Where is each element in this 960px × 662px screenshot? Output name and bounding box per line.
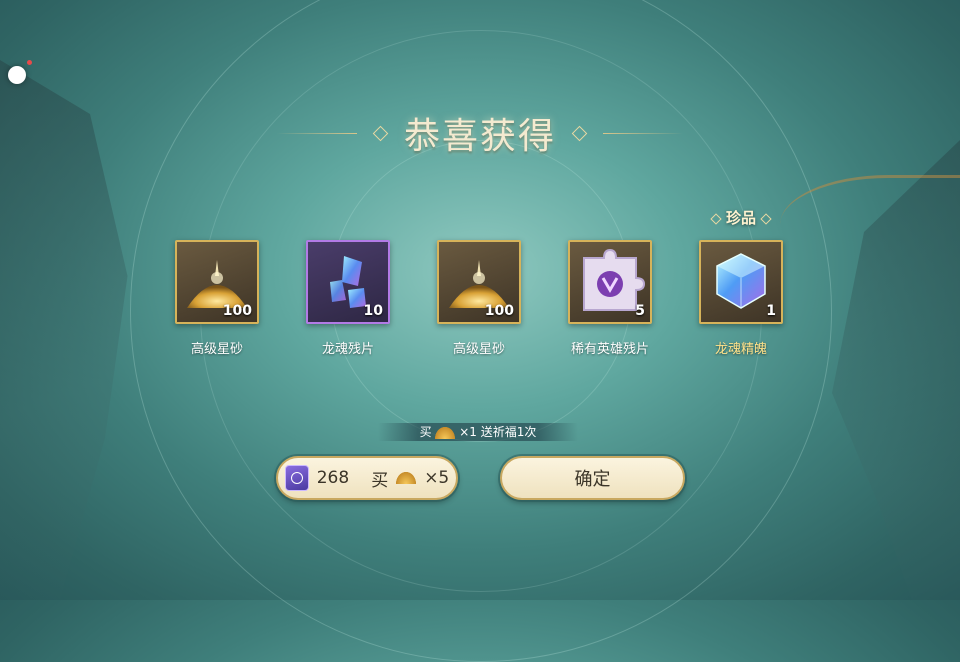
promo-suffix: 送祈福1次: [480, 425, 537, 439]
diamond-icon: [760, 212, 772, 225]
star-sand-icon: [435, 426, 456, 439]
notification-dot: [27, 60, 32, 65]
reward-name: 高级星砂: [452, 342, 505, 357]
reward-card[interactable]: 1: [699, 240, 783, 324]
page-title: 恭喜获得: [403, 116, 556, 157]
rare-tag: 珍品: [696, 207, 786, 228]
reward-list: 100 高级星砂 10 龙魂残片 100 高级星砂 5 稀有英雄残片 珍品 1 …: [172, 209, 792, 370]
reward-name: 稀有英雄残片: [570, 342, 649, 357]
star-sand-icon: [396, 472, 417, 484]
reward-quantity: 5: [635, 303, 645, 319]
reward-quantity: 100: [484, 303, 514, 319]
coupon-icon: [284, 465, 309, 491]
reward-quantity: 10: [363, 303, 383, 319]
confirm-label: 确定: [574, 469, 611, 490]
reward-card[interactable]: 100: [175, 240, 259, 324]
confirm-button[interactable]: 确定: [500, 456, 685, 500]
promo-prefix: 买: [419, 425, 432, 439]
buy-cost: 268: [316, 468, 350, 488]
floating-menu-button[interactable]: [8, 66, 26, 84]
reward-item[interactable]: 100 高级星砂: [434, 240, 524, 357]
reward-quantity: 100: [222, 303, 252, 319]
buy-button[interactable]: 268 买 ×5: [276, 456, 458, 500]
promo-count: ×1: [459, 425, 477, 439]
reward-item[interactable]: 100 高级星砂: [172, 240, 262, 357]
reward-card[interactable]: 5: [568, 240, 652, 324]
reward-card[interactable]: 100: [437, 240, 521, 324]
reward-item[interactable]: 10 龙魂残片: [303, 240, 393, 357]
reward-quantity: 1: [766, 303, 776, 319]
buy-label-prefix: 买: [371, 470, 389, 491]
reward-name: 高级星砂: [190, 342, 243, 357]
reward-name: 龙魂残片: [321, 342, 374, 357]
title-banner: 恭喜获得: [270, 105, 690, 161]
promo-banner: 买 ×1 送祈福1次: [378, 423, 578, 441]
reward-card[interactable]: 10: [306, 240, 390, 324]
reward-name: 龙魂精魄: [714, 342, 767, 357]
background-mountain-left: [0, 60, 128, 600]
title-divider-right: [603, 132, 683, 134]
diamond-icon: [571, 125, 588, 141]
title-divider-left: [276, 132, 357, 134]
diamond-icon: [710, 212, 722, 225]
buy-label-count: ×5: [424, 468, 450, 488]
rare-tag-label: 珍品: [725, 209, 756, 227]
reward-item[interactable]: 珍品 1 龙魂精魄: [696, 209, 786, 357]
diamond-icon: [372, 125, 389, 141]
reward-item[interactable]: 5 稀有英雄残片: [565, 240, 655, 357]
